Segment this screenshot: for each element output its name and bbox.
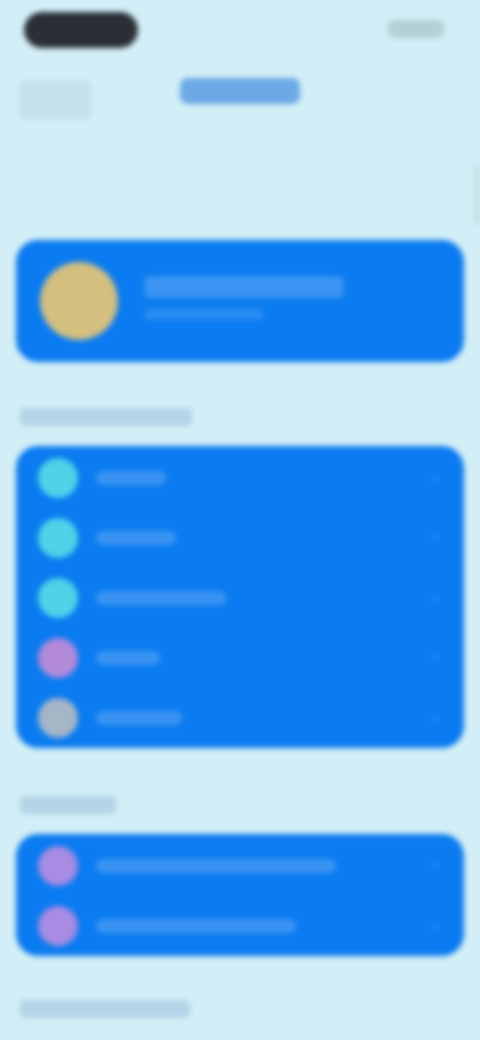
settings-row-label [96, 651, 160, 665]
purple-circle-icon [38, 638, 78, 678]
gray-circle-icon [38, 698, 78, 738]
settings-row-label [96, 711, 182, 725]
cyan-circle-icon [38, 578, 78, 618]
network-settings-group: › › [16, 834, 464, 956]
chevron-right-icon: › [432, 589, 438, 606]
status-bar-time-pill [24, 12, 138, 48]
profile-text [144, 276, 444, 320]
settings-row[interactable]: › [16, 448, 464, 508]
purple-circle-icon [38, 906, 78, 946]
settings-row[interactable]: › [16, 568, 464, 628]
scrollbar[interactable] [474, 165, 480, 225]
back-button[interactable] [18, 80, 92, 120]
settings-row[interactable]: › [16, 836, 464, 896]
general-settings-group: › › › › › [16, 446, 464, 748]
section-label-network [20, 796, 116, 814]
settings-row-label [96, 531, 176, 545]
page-title: Settings [180, 78, 300, 104]
settings-screen: Settings › › › › › › › [0, 0, 480, 1040]
settings-row-label [96, 919, 296, 933]
settings-row-label [96, 591, 226, 605]
chevron-right-icon: › [432, 469, 438, 486]
settings-row[interactable]: › [16, 896, 464, 956]
settings-row[interactable]: › [16, 508, 464, 568]
chevron-right-icon: › [432, 649, 438, 666]
profile-card[interactable] [16, 240, 464, 362]
profile-name [144, 276, 344, 298]
settings-row[interactable]: › [16, 628, 464, 688]
chevron-right-icon: › [432, 709, 438, 726]
avatar [40, 262, 118, 340]
settings-row-label [96, 471, 166, 485]
cyan-circle-icon [38, 518, 78, 558]
status-indicators [388, 20, 444, 38]
section-label-bottom [20, 1000, 190, 1018]
chevron-right-icon: › [432, 857, 438, 874]
chevron-right-icon: › [432, 529, 438, 546]
purple-circle-icon [38, 846, 78, 886]
settings-row[interactable]: › [16, 688, 464, 748]
cyan-circle-icon [38, 458, 78, 498]
section-label-general [20, 408, 192, 426]
profile-subtitle [144, 308, 264, 320]
settings-row-label [96, 859, 336, 873]
chevron-right-icon: › [432, 917, 438, 934]
